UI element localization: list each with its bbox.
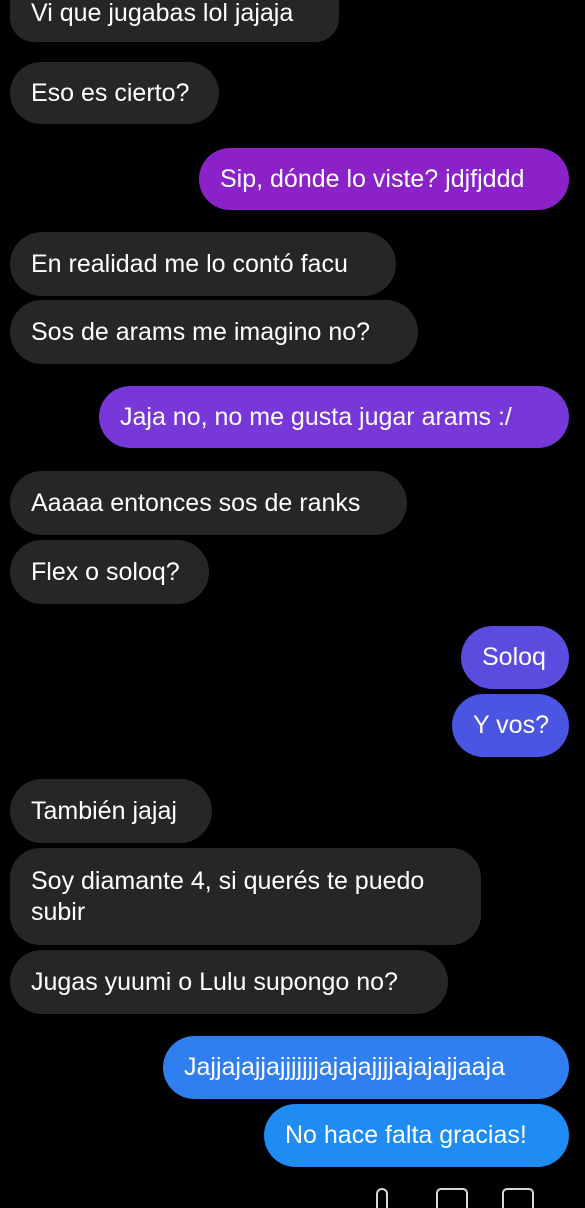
message-sent[interactable]: Sip, dónde lo viste? jdjfjddd <box>199 148 569 210</box>
message-text: Jugas yuumi o Lulu supongo no? <box>31 967 398 996</box>
message-received[interactable]: Aaaaa entonces sos de ranks <box>10 471 407 535</box>
message-sent[interactable]: Jajjajajjajjjjjjjajajajjjjajajajjaaja <box>163 1036 569 1099</box>
message-text: Jaja no, no me gusta jugar arams :/ <box>120 402 512 431</box>
message-received[interactable]: Vi que jugabas lol jajaja <box>10 0 339 42</box>
message-text: Aaaaa entonces sos de ranks <box>31 488 361 517</box>
message-text: Eso es cierto? <box>31 78 190 107</box>
message-text: Jajjajajjajjjjjjjajajajjjjajajajjaaja <box>184 1053 505 1081</box>
message-received[interactable]: Jugas yuumi o Lulu supongo no? <box>10 950 448 1014</box>
message-received[interactable]: Soy diamante 4, si querés te puedo subir <box>10 848 481 945</box>
message-text: También jajaj <box>31 796 177 825</box>
message-text: Sos de arams me imagino no? <box>31 317 371 346</box>
message-received[interactable]: Flex o soloq? <box>10 540 209 604</box>
message-sent[interactable]: Soloq <box>461 626 569 689</box>
message-received[interactable]: Eso es cierto? <box>10 62 219 124</box>
message-text: Soloq <box>482 643 546 671</box>
message-received[interactable]: También jajaj <box>10 779 212 843</box>
message-text: Sip, dónde lo viste? jdjfjddd <box>220 164 525 193</box>
paperclip-icon[interactable] <box>376 1188 388 1208</box>
message-received[interactable]: Sos de arams me imagino no? <box>10 300 418 364</box>
message-thread: Vi que jugabas lol jajaja Eso es cierto?… <box>0 0 585 1200</box>
message-text: Soy diamante 4, si querés te puedo subir <box>31 866 425 926</box>
message-sent[interactable]: No hace falta gracias! <box>264 1104 569 1167</box>
message-text: Y vos? <box>473 711 549 739</box>
message-text: Flex o soloq? <box>31 557 180 586</box>
message-text: Vi que jugabas lol jajaja <box>31 0 294 27</box>
message-sent[interactable]: Jaja no, no me gusta jugar arams :/ <box>99 386 569 448</box>
composer-bar <box>0 1184 585 1200</box>
message-received[interactable]: En realidad me lo contó facu <box>10 232 396 296</box>
message-text: No hace falta gracias! <box>285 1121 527 1149</box>
gallery-icon[interactable] <box>436 1188 468 1208</box>
message-text: En realidad me lo contó facu <box>31 249 348 278</box>
sticker-icon[interactable] <box>502 1188 534 1208</box>
message-sent[interactable]: Y vos? <box>452 694 569 757</box>
